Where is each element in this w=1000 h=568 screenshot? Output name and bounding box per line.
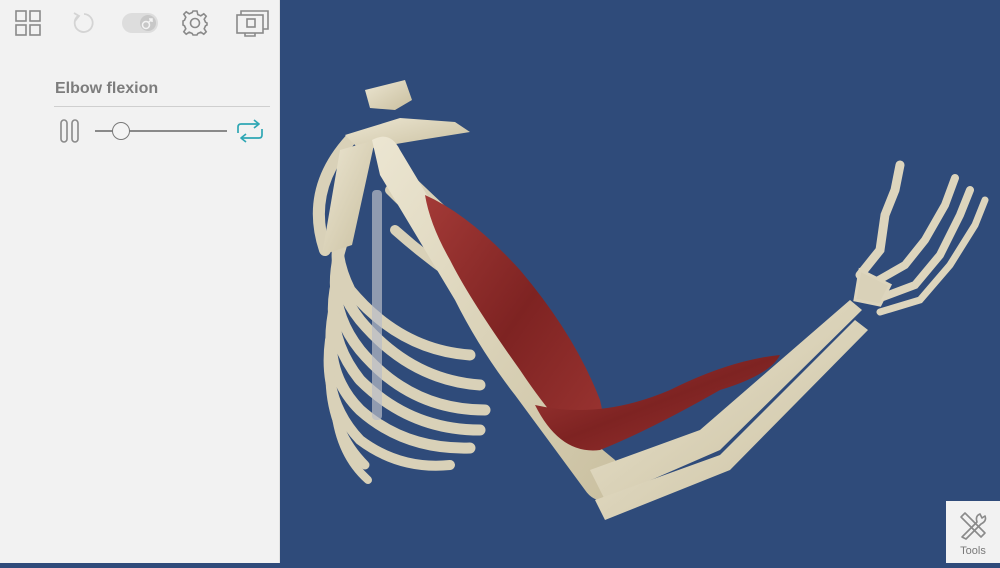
screenshot-icon[interactable] — [235, 6, 271, 40]
settings-gear-icon[interactable] — [178, 6, 212, 40]
loop-icon — [237, 119, 263, 143]
spine — [372, 190, 382, 420]
tools-button[interactable]: Tools — [946, 501, 1000, 563]
animation-title: Elbow flexion — [55, 80, 159, 97]
arm-skeleton-muscle-model — [312, 80, 989, 520]
pause-icon — [60, 119, 79, 143]
grid-view-icon[interactable] — [11, 6, 45, 40]
animation-progress-slider[interactable] — [95, 119, 227, 143]
loop-button[interactable] — [234, 117, 266, 145]
slider-thumb[interactable] — [112, 122, 131, 140]
sidebar-panel: Elbow flexion — [0, 0, 280, 563]
gender-toggle-icon[interactable] — [121, 6, 159, 40]
divider — [54, 106, 270, 107]
reset-rotate-icon[interactable] — [67, 6, 101, 40]
tools-wrench-hammer-icon — [960, 512, 987, 540]
anatomy-3d-viewport[interactable] — [280, 0, 1000, 563]
hand — [853, 160, 989, 316]
pause-button[interactable] — [58, 118, 82, 144]
tools-label: Tools — [960, 545, 986, 557]
